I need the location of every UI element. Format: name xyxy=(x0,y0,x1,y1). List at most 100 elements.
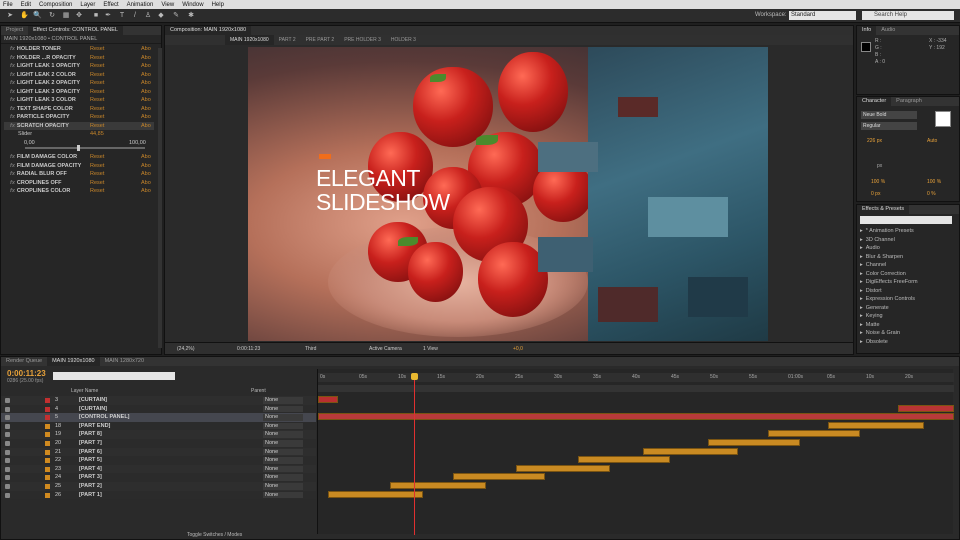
reset-link[interactable]: Reset xyxy=(90,170,104,179)
effect-row[interactable]: fx LIGHT LEAK 1 OPACITY Reset Abo xyxy=(4,62,154,71)
layer-name[interactable]: [PART 2] xyxy=(79,482,102,491)
selection-tool-icon[interactable]: ➤ xyxy=(6,12,14,20)
rectangle-tool-icon[interactable]: ■ xyxy=(92,12,100,20)
search-help-input[interactable]: Search Help xyxy=(862,11,954,20)
pan-behind-tool-icon[interactable]: ✥ xyxy=(75,12,83,20)
layer-duration-bar[interactable] xyxy=(828,421,924,429)
brush-tool-icon[interactable]: / xyxy=(131,12,139,20)
layer-duration-bar[interactable] xyxy=(516,464,610,472)
workspace-select[interactable]: Standard xyxy=(789,11,856,20)
puppet-tool-icon[interactable]: ✱ xyxy=(187,12,195,20)
parent-select[interactable]: None xyxy=(263,405,303,413)
tab-paragraph[interactable]: Paragraph xyxy=(891,97,927,106)
parent-select[interactable]: None xyxy=(263,474,303,481)
camera-tool-icon[interactable]: ▦ xyxy=(62,12,70,20)
about-link[interactable]: Abo xyxy=(141,153,151,162)
parent-select[interactable]: None xyxy=(263,397,303,404)
effects-category-item[interactable]: ▸ Distort xyxy=(857,287,957,296)
about-link[interactable]: Abo xyxy=(141,62,151,71)
parent-select[interactable]: None xyxy=(263,483,303,490)
horizontal-scale-value[interactable]: 100 % xyxy=(927,179,941,185)
playhead[interactable] xyxy=(414,375,415,535)
layer-name[interactable]: [CURTAIN] xyxy=(79,396,107,405)
reset-link[interactable]: Reset xyxy=(90,105,104,114)
stroke-width-value[interactable]: px xyxy=(877,163,882,169)
hand-tool-icon[interactable]: ✋ xyxy=(20,12,29,20)
parent-select[interactable]: None xyxy=(263,414,303,421)
leading-value[interactable]: Auto xyxy=(927,138,937,144)
reset-link[interactable]: Reset xyxy=(90,96,104,105)
eye-icon[interactable] xyxy=(5,458,10,464)
layer-duration-bar[interactable] xyxy=(390,482,486,489)
eye-icon[interactable] xyxy=(5,466,10,472)
scrollbar[interactable] xyxy=(158,48,162,348)
label-color-swatch[interactable] xyxy=(45,492,50,498)
about-link[interactable]: Abo xyxy=(141,71,151,80)
label-color-swatch[interactable] xyxy=(45,423,50,429)
layer-duration-bar[interactable] xyxy=(453,473,545,481)
slider-thumb[interactable] xyxy=(77,145,80,151)
tab-info[interactable]: Info xyxy=(857,26,877,35)
about-link[interactable]: Abo xyxy=(141,170,151,179)
about-link[interactable]: Abo xyxy=(141,79,151,88)
reset-link[interactable]: Reset xyxy=(90,79,104,88)
reset-link[interactable]: Reset xyxy=(90,179,104,188)
menu-window[interactable]: Window xyxy=(182,2,203,8)
roto-brush-tool-icon[interactable]: ✎ xyxy=(172,12,180,20)
timeline-search-input[interactable] xyxy=(53,372,175,380)
layer-row[interactable]: 22 [PART 5] None xyxy=(1,456,316,465)
effect-row[interactable]: fx SCRATCH OPACITY Reset Abo xyxy=(4,121,154,130)
tab-project[interactable]: Project xyxy=(1,26,28,35)
effect-row[interactable]: fx FILM DAMAGE COLOR Reset Abo xyxy=(4,153,154,162)
label-color-swatch[interactable] xyxy=(45,415,50,421)
eye-icon[interactable] xyxy=(5,423,10,429)
menu-composition[interactable]: Composition xyxy=(39,2,72,8)
reset-link[interactable]: Reset xyxy=(90,62,104,71)
effect-row[interactable]: fx LIGHT LEAK 3 COLOR Reset Abo xyxy=(4,96,154,105)
layer-name[interactable]: [PART 8] xyxy=(79,430,102,439)
tab-effect-controls[interactable]: Effect Controls: CONTROL PANEL xyxy=(28,26,123,35)
timeline-tab[interactable]: MAIN 1920x1080 xyxy=(47,357,100,366)
layer-duration-bar[interactable] xyxy=(768,430,860,438)
layer-name[interactable]: [CONTROL PANEL] xyxy=(79,413,130,422)
about-link[interactable]: Abo xyxy=(141,179,151,188)
layer-row[interactable]: 4 [CURTAIN] None xyxy=(1,404,316,414)
label-color-swatch[interactable] xyxy=(45,475,50,481)
effect-row[interactable]: fx RADIAL BLUR OFF Reset Abo xyxy=(4,170,154,179)
camera-select[interactable]: Active Camera xyxy=(369,346,402,352)
effects-search-input[interactable] xyxy=(860,216,952,224)
effect-row[interactable]: fx TEXT SHAPE COLOR Reset Abo xyxy=(4,105,154,114)
font-family-select[interactable]: Neue Bold xyxy=(861,111,917,119)
about-link[interactable]: Abo xyxy=(141,88,151,97)
effects-category-item[interactable]: ▸ * Animation Presets xyxy=(857,227,957,236)
eye-icon[interactable] xyxy=(5,415,10,421)
toggle-switches-modes[interactable]: Toggle Switches / Modes xyxy=(187,532,242,538)
layer-name[interactable]: [CURTAIN] xyxy=(79,405,107,414)
comp-subtab[interactable]: MAIN 1920x1080 xyxy=(225,35,274,45)
layer-row[interactable]: 25 [PART 2] None xyxy=(1,482,316,491)
reset-link[interactable]: Reset xyxy=(90,54,104,63)
about-link[interactable]: Abo xyxy=(141,96,151,105)
type-tool-icon[interactable]: T xyxy=(118,12,126,20)
label-color-swatch[interactable] xyxy=(45,398,50,403)
effects-category-item[interactable]: ▸ Obsolete xyxy=(857,338,957,347)
effects-category-item[interactable]: ▸ 3D Channel xyxy=(857,236,957,245)
parent-select[interactable]: None xyxy=(263,440,303,447)
effect-row[interactable]: fx CROPLINES COLOR Reset Abo xyxy=(4,187,154,196)
timeline-timecode[interactable]: 0:00:11:23 xyxy=(7,369,46,378)
tab-character[interactable]: Character xyxy=(857,97,892,106)
layer-name[interactable]: [PART 6] xyxy=(79,448,102,457)
menu-file[interactable]: File xyxy=(3,2,13,8)
effects-category-item[interactable]: ▸ DigiEffects FreeForm xyxy=(857,278,957,287)
menu-animation[interactable]: Animation xyxy=(127,2,154,8)
layer-row[interactable]: 23 [PART 4] None xyxy=(1,464,316,474)
playhead-handle[interactable] xyxy=(411,373,418,380)
parent-select[interactable]: None xyxy=(263,457,303,464)
resolution-select[interactable]: Third xyxy=(305,346,316,352)
eye-icon[interactable] xyxy=(5,406,10,412)
layer-duration-bar[interactable] xyxy=(643,447,738,455)
effects-category-item[interactable]: ▸ Keying xyxy=(857,312,957,321)
tab-composition[interactable]: Composition: MAIN 1920x1080 xyxy=(165,26,252,35)
menu-edit[interactable]: Edit xyxy=(21,2,31,8)
effect-row[interactable]: fx FILM DAMAGE OPACITY Reset Abo xyxy=(4,162,154,171)
